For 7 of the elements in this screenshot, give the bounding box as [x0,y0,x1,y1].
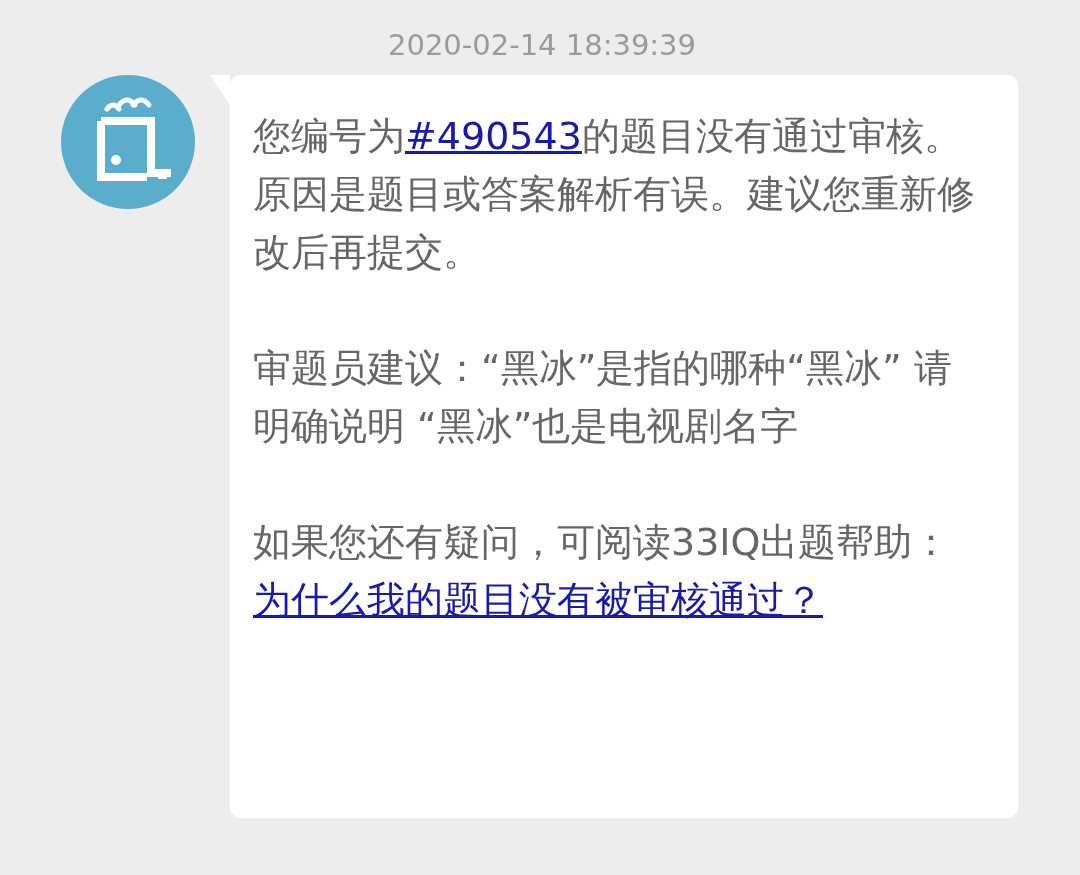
message-link[interactable]: 为什么我的题目没有被审核通过？ [253,578,823,622]
message-paragraph: 审题员建议：“黑冰”是指的哪种“黑冰” 请明确说明 “黑冰”也是电视剧名字 [253,345,953,450]
avatar-icon[interactable] [61,75,195,209]
message-paragraph: 您编号为#490543的题目没有通过审核。原因是题目或答案解析有误。建议您重新修改后再提交。 [253,113,976,276]
message-timestamp: 2020-02-14 18:39:39 [387,27,696,64]
message-paragraph: 如果您还有疑问，可阅读33IQ出题帮助： 为什么我的题目没有被审核通过？ [253,519,952,624]
message-link[interactable]: #490543 [405,114,582,158]
